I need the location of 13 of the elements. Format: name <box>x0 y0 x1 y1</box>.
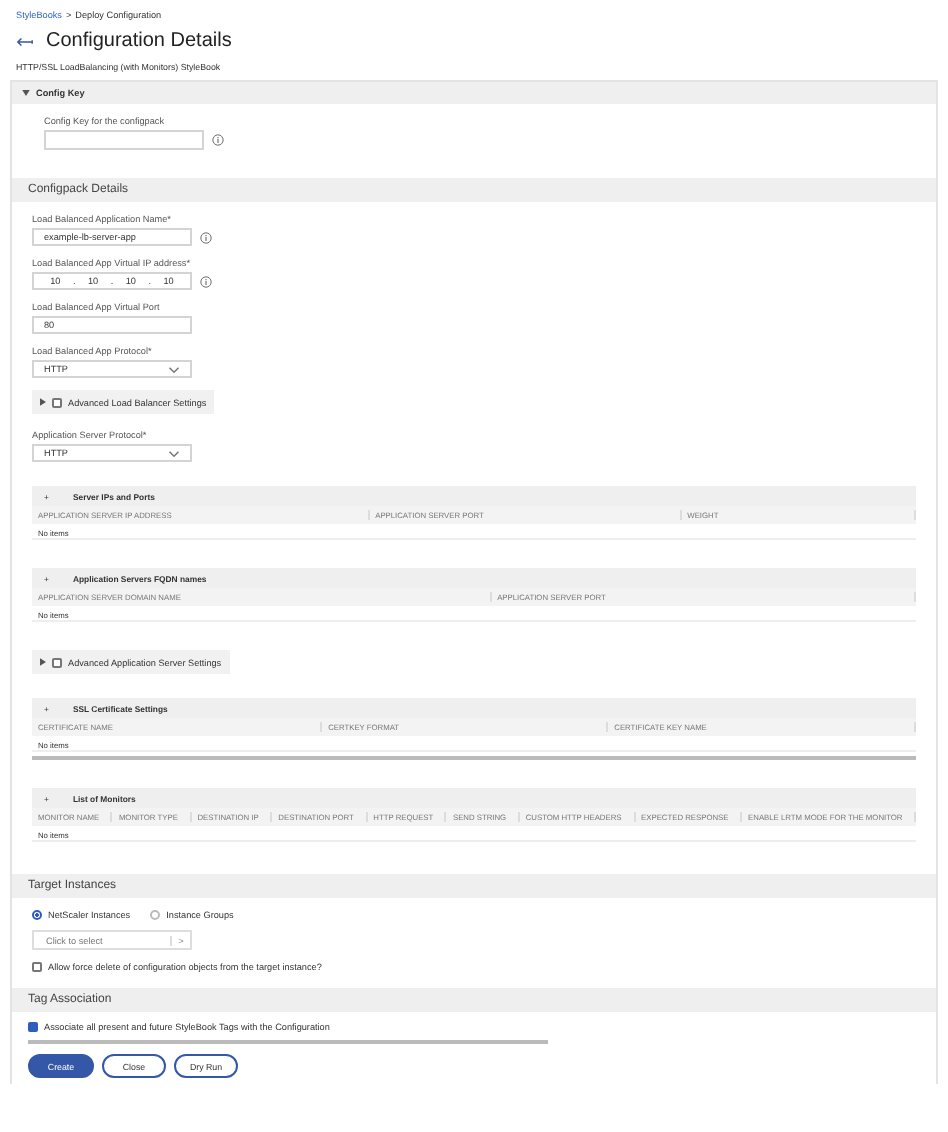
caret-icon <box>40 658 46 666</box>
checkbox[interactable] <box>52 397 62 407</box>
scrollbar[interactable] <box>32 756 916 760</box>
caret-icon <box>40 398 46 406</box>
chevron-down-icon <box>168 449 180 457</box>
checkbox[interactable] <box>28 1022 38 1032</box>
chevron-down-icon <box>168 365 180 373</box>
back-arrow-icon[interactable] <box>16 35 34 47</box>
checkbox[interactable] <box>52 657 62 667</box>
text-field[interactable] <box>44 130 204 150</box>
checkbox[interactable] <box>32 962 42 972</box>
page-title: Configuration Details <box>46 30 232 52</box>
scrollbar[interactable] <box>28 1040 548 1044</box>
